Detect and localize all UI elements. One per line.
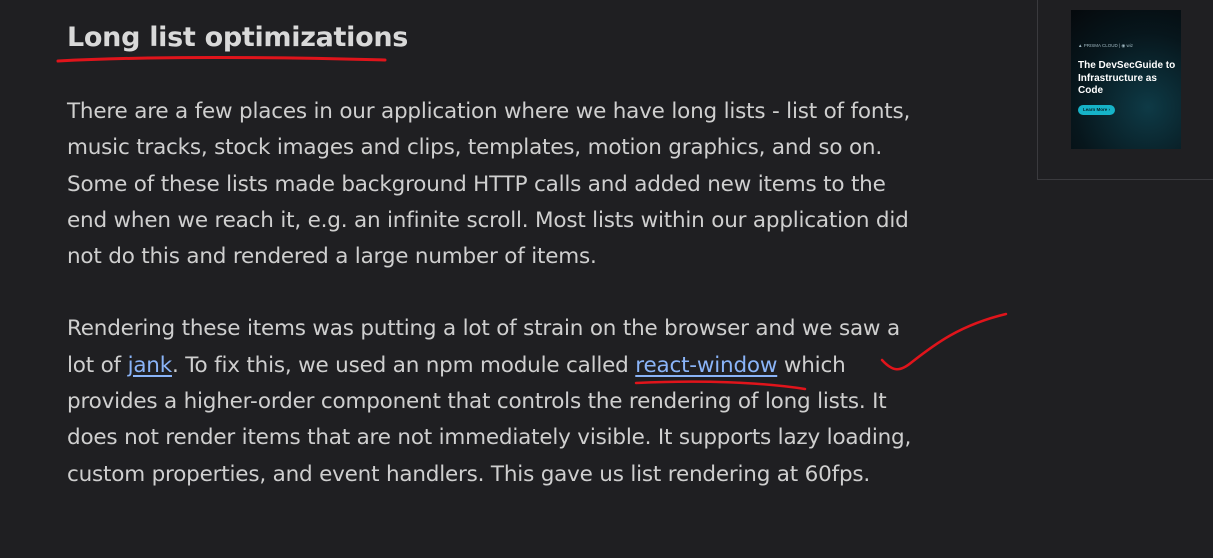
paragraph-rendering: Rendering these items was putting a lot … (67, 311, 912, 492)
article: Long list optimizations There are a few … (67, 14, 912, 493)
paragraph-long-lists: There are a few places in our applicatio… (67, 99, 911, 270)
ad-learn-more-button[interactable]: Learn More › (1078, 105, 1116, 115)
sidebar-ad-banner[interactable]: ▲ PRISMA CLOUD | ◉ wiz The DevSecGuide t… (1071, 10, 1181, 149)
page: Long list optimizations There are a few … (0, 0, 1213, 558)
section-title: Long list optimizations (67, 22, 409, 53)
ad-headline: The DevSecGuide to Infrastructure as Cod… (1078, 60, 1176, 96)
jank-link[interactable]: jank (128, 353, 173, 378)
ad-brand-logos: ▲ PRISMA CLOUD | ◉ wiz (1078, 43, 1134, 48)
sidebar: ▲ PRISMA CLOUD | ◉ wiz The DevSecGuide t… (1037, 0, 1213, 180)
react-window-link[interactable]: react-window (635, 353, 777, 378)
paragraph-text: . To fix this, we used an npm module cal… (172, 352, 636, 378)
